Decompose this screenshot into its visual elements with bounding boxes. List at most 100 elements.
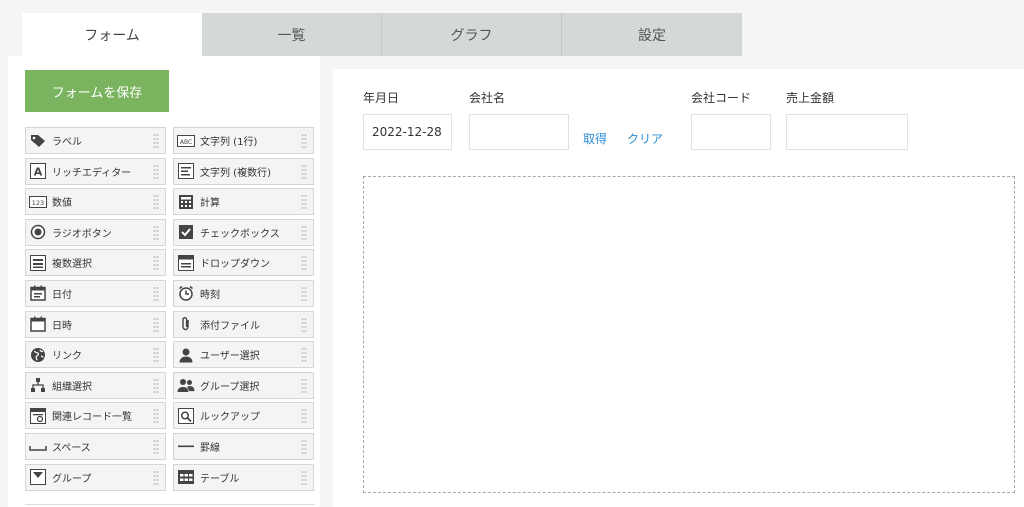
abc-text-icon: ABC: [177, 132, 195, 150]
group-field-icon: [29, 468, 47, 486]
drag-handle-icon[interactable]: [301, 255, 307, 272]
number-icon: 123: [29, 193, 47, 211]
palette-row: ラジオボタン チェックボックス: [25, 218, 321, 246]
palette-item[interactable]: ドロップダウン: [173, 249, 314, 277]
drag-handle-icon[interactable]: [301, 347, 307, 364]
drag-handle-icon[interactable]: [301, 377, 307, 394]
multiline-text-icon: [177, 162, 195, 180]
form-drop-zone[interactable]: [363, 176, 1015, 493]
palette-item[interactable]: A リッチエディター: [25, 157, 166, 185]
drag-handle-icon[interactable]: [301, 224, 307, 241]
palette-item[interactable]: 組織選択: [25, 371, 166, 399]
palette-item[interactable]: 文字列 (複数行): [173, 157, 314, 185]
field-palette: ラベル ABC 文字列 (1行) A リッチエディター 文字列 (複数行) 123 数値 計算ラ…: [25, 127, 321, 494]
palette-item-label: ルックアップ: [200, 412, 260, 424]
lookup-icon: [177, 407, 195, 425]
drag-handle-icon[interactable]: [301, 133, 307, 149]
space-icon: [29, 437, 47, 455]
drag-handle-icon[interactable]: [153, 408, 159, 425]
clear-button[interactable]: クリア: [627, 130, 663, 147]
drag-handle-icon[interactable]: [301, 408, 307, 425]
datetime-icon: [29, 315, 47, 333]
tab-form[interactable]: フォーム: [22, 13, 202, 57]
palette-item-label: ラジオボタン: [52, 228, 112, 240]
table-icon: [177, 468, 195, 486]
multi-select-icon: [29, 254, 47, 272]
palette-item[interactable]: ルックアップ: [173, 402, 314, 430]
company-name-field[interactable]: [469, 114, 569, 150]
palette-item[interactable]: 罫線: [173, 432, 314, 460]
drag-handle-icon[interactable]: [153, 316, 159, 333]
drag-handle-icon[interactable]: [153, 133, 159, 149]
palette-item-label: グループ: [52, 473, 92, 485]
form-canvas: 年月日 2022-12-28 会社名 取得 クリア 会社コード 売上金額: [333, 69, 1024, 507]
palette-item[interactable]: グループ選択: [173, 371, 314, 399]
drag-handle-icon[interactable]: [153, 377, 159, 394]
user-icon: [177, 346, 195, 364]
palette-item[interactable]: ラジオボタン: [25, 218, 166, 246]
drag-handle-icon[interactable]: [301, 163, 307, 180]
palette-item[interactable]: テーブル: [173, 463, 314, 491]
palette-item[interactable]: ラベル: [25, 127, 166, 154]
org-icon: [29, 376, 47, 394]
company-name-label: 会社名: [469, 91, 506, 105]
svg-text:123: 123: [32, 199, 44, 207]
palette-row: リンク ユーザー選択: [25, 341, 321, 369]
palette-row: 日時 添付ファイル: [25, 310, 321, 338]
palette-item[interactable]: グループ: [25, 463, 166, 491]
palette-row: 関連レコード一覧 ルックアップ: [25, 402, 321, 430]
drag-handle-icon[interactable]: [301, 469, 307, 486]
palette-item[interactable]: ABC 文字列 (1行): [173, 127, 314, 154]
palette-item[interactable]: 123 数値: [25, 188, 166, 216]
checkbox-icon: [177, 223, 195, 241]
palette-item-label: 文字列 (複数行): [200, 167, 271, 179]
palette-item[interactable]: リンク: [25, 341, 166, 369]
palette-item[interactable]: 関連レコード一覧: [25, 402, 166, 430]
dropdown-icon: [177, 254, 195, 272]
palette-item[interactable]: 日付: [25, 279, 166, 307]
drag-handle-icon[interactable]: [301, 438, 307, 455]
date-icon: [29, 284, 47, 302]
related-records-icon: [29, 407, 47, 425]
drag-handle-icon[interactable]: [153, 163, 159, 180]
drag-handle-icon[interactable]: [153, 347, 159, 364]
palette-item[interactable]: スペース: [25, 432, 166, 460]
fetch-button[interactable]: 取得: [583, 130, 607, 147]
drag-handle-icon[interactable]: [301, 194, 307, 211]
date-field[interactable]: 2022-12-28: [363, 114, 452, 150]
drag-handle-icon[interactable]: [153, 255, 159, 272]
palette-item-label: チェックボックス: [200, 228, 280, 240]
date-label: 年月日: [363, 91, 400, 105]
svg-text:ABC: ABC: [180, 139, 192, 146]
palette-item[interactable]: 時刻: [173, 279, 314, 307]
save-form-button[interactable]: フォームを保存: [25, 70, 169, 112]
palette-row: グループ テーブル: [25, 463, 321, 491]
tab-list[interactable]: 一覧: [202, 13, 382, 56]
palette-item-label: 複数選択: [52, 259, 92, 271]
palette-item[interactable]: ユーザー選択: [173, 341, 314, 369]
palette-item[interactable]: 複数選択: [25, 249, 166, 277]
palette-item[interactable]: 添付ファイル: [173, 310, 314, 338]
drag-handle-icon[interactable]: [153, 438, 159, 455]
drag-handle-icon[interactable]: [301, 316, 307, 333]
drag-handle-icon[interactable]: [153, 224, 159, 241]
tab-graph[interactable]: グラフ: [382, 13, 562, 56]
palette-item[interactable]: チェックボックス: [173, 218, 314, 246]
palette-item[interactable]: 計算: [173, 188, 314, 216]
palette-item-label: スペース: [52, 442, 91, 454]
tab-settings[interactable]: 設定: [562, 13, 742, 56]
palette-row: ラベル ABC 文字列 (1行): [25, 127, 321, 154]
company-code-field[interactable]: [691, 114, 771, 150]
sales-amount-field[interactable]: [786, 114, 908, 150]
drag-handle-icon[interactable]: [301, 285, 307, 302]
drag-handle-icon[interactable]: [153, 285, 159, 302]
palette-item-label: ドロップダウン: [200, 259, 270, 271]
palette-row: 複数選択 ドロップダウン: [25, 249, 321, 277]
palette-item-label: 数値: [52, 198, 72, 210]
drag-handle-icon[interactable]: [153, 469, 159, 486]
palette-item[interactable]: 日時: [25, 310, 166, 338]
sales-amount-label: 売上金額: [786, 91, 835, 105]
drag-handle-icon[interactable]: [153, 194, 159, 211]
palette-row: A リッチエディター 文字列 (複数行): [25, 157, 321, 185]
palette-item-label: 組織選択: [52, 381, 92, 393]
